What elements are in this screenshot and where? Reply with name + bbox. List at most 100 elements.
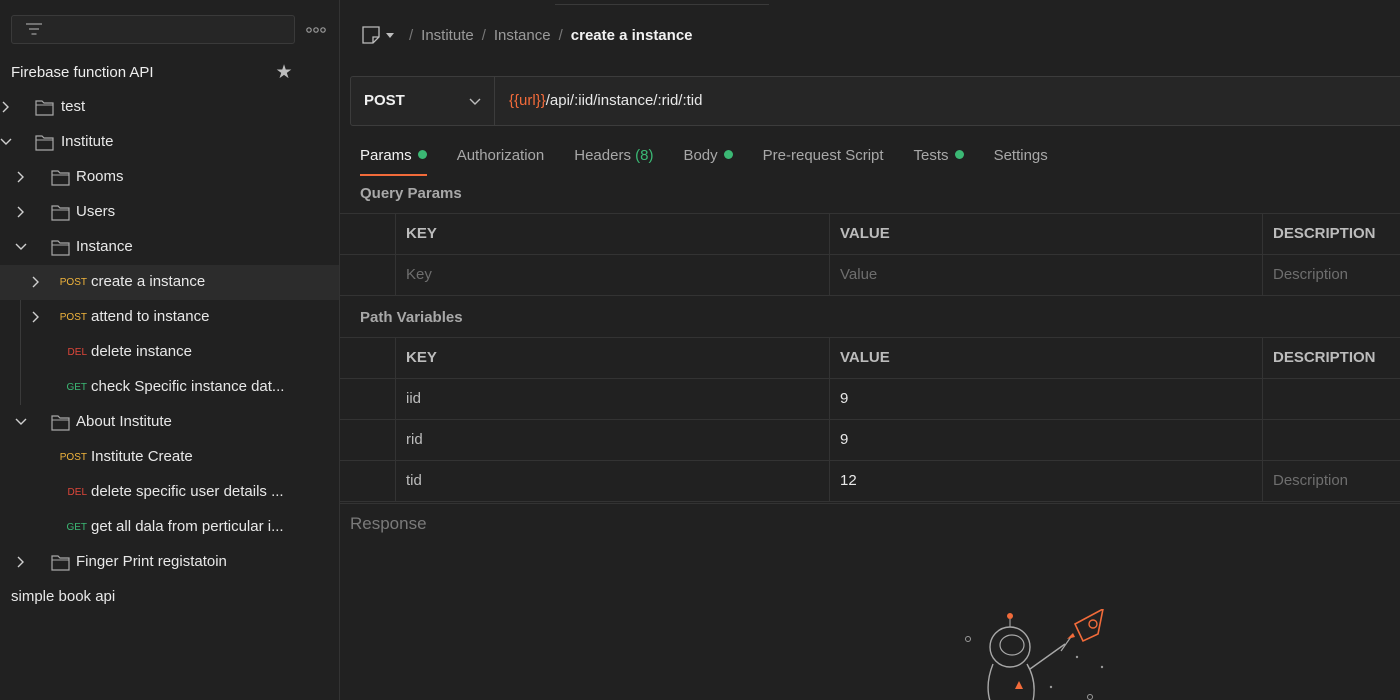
- path-var-description[interactable]: [1263, 379, 1400, 419]
- chevron-down-icon: [469, 98, 481, 105]
- status-dot: [954, 150, 964, 159]
- query-params-title: Query Params: [360, 185, 462, 202]
- main-panel: / Institute / Instance / create a instan…: [340, 0, 1400, 700]
- path-var-value[interactable]: 9: [830, 420, 1263, 460]
- tree-item-label: test: [61, 98, 86, 115]
- request-tabs: Params Authorization Headers (8) Body Pre-re…: [360, 142, 1078, 178]
- key-input[interactable]: Key: [396, 255, 830, 295]
- tree-item-label: Institute: [61, 133, 114, 150]
- chevron-down-icon[interactable]: [0, 136, 12, 148]
- tab-params[interactable]: Params: [360, 142, 427, 178]
- caret-down-icon[interactable]: [385, 30, 395, 40]
- method-badge: POST: [59, 312, 87, 323]
- method-select[interactable]: POST: [351, 77, 495, 125]
- tree-folder-row[interactable]: Institute: [0, 125, 339, 160]
- tree-request-row[interactable]: GET check Specific instance dat...: [0, 370, 339, 405]
- tab-tests[interactable]: Tests: [914, 142, 964, 178]
- response-title: Response: [350, 514, 427, 533]
- chevron-down-icon[interactable]: [15, 241, 27, 253]
- chevron-right-icon[interactable]: [15, 556, 27, 568]
- breadcrumb-institute[interactable]: Institute: [421, 27, 474, 44]
- tree-item-label: About Institute: [76, 413, 172, 430]
- tab-strip-edge: [555, 0, 769, 5]
- path-variables-table: KEY VALUE DESCRIPTION iid 9 rid 9 tid 12…: [340, 337, 1400, 502]
- tree-request-row[interactable]: DEL delete instance: [0, 335, 339, 370]
- tree-folder-row[interactable]: test: [0, 90, 339, 125]
- breadcrumb-separator: /: [481, 26, 486, 44]
- tab-settings[interactable]: Settings: [994, 142, 1048, 178]
- path-var-value[interactable]: 12: [830, 461, 1263, 501]
- folder-icon: [35, 134, 54, 151]
- method-badge: GET: [66, 522, 87, 533]
- status-dot: [723, 150, 733, 159]
- collection-title[interactable]: Firebase function API: [11, 62, 154, 84]
- breadcrumb-separator: /: [409, 26, 414, 44]
- tab-label: Params: [360, 147, 412, 164]
- tree-folder-row[interactable]: Finger Print registatoin: [0, 545, 339, 580]
- tree-folder-row[interactable]: About Institute: [0, 405, 339, 440]
- path-var-description[interactable]: [1263, 420, 1400, 460]
- filter-icon[interactable]: [25, 22, 43, 38]
- chevron-right-icon[interactable]: [15, 171, 27, 183]
- column-header-key: KEY: [396, 214, 830, 254]
- value-input[interactable]: Value: [830, 255, 1263, 295]
- star-icon[interactable]: ★: [273, 62, 295, 84]
- breadcrumb: / Institute / Instance / create a instan…: [361, 22, 693, 48]
- collection-simple-book-api[interactable]: simple book api: [11, 588, 115, 605]
- tree-item-label: Instance: [76, 238, 133, 255]
- row-handle: [340, 379, 396, 419]
- tab-authorization[interactable]: Authorization: [457, 142, 545, 178]
- tree-request-row[interactable]: GET get all dala from perticular i...: [0, 510, 339, 545]
- method-badge: GET: [66, 382, 87, 393]
- more-options-icon[interactable]: [305, 20, 327, 40]
- path-var-key: iid: [396, 379, 830, 419]
- tab-label: Tests: [913, 147, 949, 164]
- table-row: iid 9: [340, 379, 1400, 420]
- tab-pre-request-script[interactable]: Pre-request Script: [763, 142, 884, 178]
- tab-label: Settings: [993, 147, 1048, 164]
- folder-icon: [51, 414, 70, 431]
- tree-folder-row[interactable]: Rooms: [0, 160, 339, 195]
- method-badge: DEL: [67, 487, 87, 498]
- row-handle: [340, 338, 396, 378]
- chevron-right-icon[interactable]: [15, 206, 27, 218]
- breadcrumb-current[interactable]: create a instance: [571, 27, 693, 44]
- method-badge: POST: [59, 452, 87, 463]
- path-var-description[interactable]: Description: [1263, 461, 1400, 501]
- chevron-down-icon[interactable]: [15, 416, 27, 428]
- request-bar: POST {{url}}/api/:iid/instance/:rid/:tid: [350, 76, 1400, 126]
- tree-item-label: Rooms: [76, 168, 124, 185]
- tab-body[interactable]: Body: [683, 142, 733, 178]
- row-handle: [340, 255, 396, 295]
- description-input[interactable]: Description: [1263, 255, 1400, 295]
- tab-headers[interactable]: Headers (8): [574, 142, 653, 178]
- tree-folder-row[interactable]: Instance: [0, 230, 339, 265]
- method-badge: POST: [59, 277, 87, 288]
- tree-request-row[interactable]: DEL delete specific user details ...: [0, 475, 339, 510]
- folder-icon: [51, 204, 70, 221]
- tree-request-row[interactable]: POST Institute Create: [0, 440, 339, 475]
- tree-item-label: get all dala from perticular i...: [91, 518, 284, 535]
- folder-icon: [51, 554, 70, 571]
- tree-item-label: delete instance: [91, 343, 192, 360]
- column-header-key: KEY: [396, 338, 830, 378]
- chevron-right-icon[interactable]: [0, 101, 12, 113]
- tree-item-label: create a instance: [91, 273, 206, 290]
- folder-icon: [51, 169, 70, 186]
- tab-label: Headers: [574, 147, 631, 164]
- sidebar: Firebase function API ★ test Institute Roo…: [0, 0, 340, 700]
- url-input[interactable]: {{url}}/api/:iid/instance/:rid/:tid: [509, 92, 702, 109]
- filter-input[interactable]: [11, 15, 295, 44]
- tree-item-label: attend to instance: [91, 308, 210, 325]
- astronaut-rocket-illustration: [965, 609, 1104, 700]
- request-doc-icon[interactable]: [361, 25, 381, 45]
- path-var-value[interactable]: 9: [830, 379, 1263, 419]
- tree-request-row[interactable]: POST create a instance: [0, 265, 339, 300]
- breadcrumb-instance[interactable]: Instance: [494, 27, 551, 44]
- row-handle: [340, 420, 396, 460]
- tree-folder-row[interactable]: Users: [0, 195, 339, 230]
- tree-request-row[interactable]: POST attend to instance: [0, 300, 339, 335]
- url-variable: {{url}}: [509, 92, 546, 109]
- tab-count-badge: (8): [630, 147, 654, 164]
- column-header-description: DESCRIPTION: [1273, 225, 1376, 242]
